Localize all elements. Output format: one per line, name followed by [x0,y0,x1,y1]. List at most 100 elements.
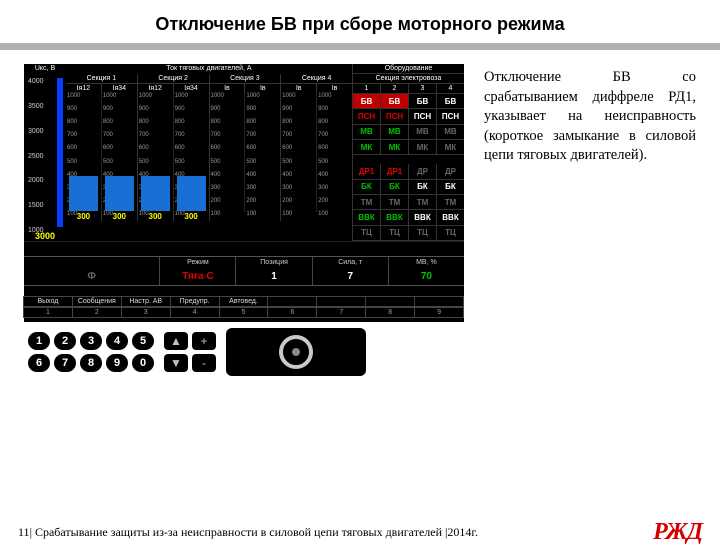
equip-head: 3 [409,84,437,94]
equip-cell: ДР [437,164,464,179]
menu-label[interactable] [365,296,415,307]
status-value: 7 [313,268,389,285]
equip-head: 4 [437,84,464,94]
numeric-keys: 12345 67890 [28,332,154,372]
key-7[interactable]: 7 [54,354,76,372]
menu-num: 3 [121,307,171,318]
section-title: Секция 4 [281,74,352,84]
current-bar [177,176,206,211]
equip-cell: ТМ [409,195,437,210]
current-bar [141,176,170,211]
voltage-tick: 4000 [28,78,44,85]
menu-label[interactable] [267,296,317,307]
equip-cell: ТЦ [409,226,437,241]
section-title: Секция 1 [66,74,137,84]
menu-num: 5 [219,307,269,318]
menu-label[interactable] [316,296,366,307]
equip-cell: БВ [381,94,409,109]
section-head: Iв [317,84,352,93]
equip-cell: МВ [437,125,464,140]
status-value: Ф [24,268,160,285]
menu-label[interactable]: Выход [23,296,73,307]
section-head: Iв [210,84,246,93]
section-head: Iя34 [174,84,209,93]
equip-cell: БВ [437,94,464,109]
down-key[interactable]: ▼ [164,354,188,372]
section-head: Iв [245,84,280,93]
section-head: Iя12 [138,84,174,93]
equipment-subtitle: Секция электровоза [353,74,464,84]
equip-cell: МВ [353,125,381,140]
voltage-tick: 2500 [28,153,44,160]
description-text: Отключение БВ со срабатыванием диффреле … [484,64,696,166]
key-5[interactable]: 5 [132,332,154,350]
equip-cell: ТМ [381,195,409,210]
status-header: Режим [160,257,236,268]
menu-label[interactable]: Настр. АВ [121,296,171,307]
section: Секция 3IвIв1000900800700600500400300200… [209,74,281,221]
equip-head: 1 [353,84,381,94]
equip-cell: МК [437,140,464,155]
status-value: Тяга С [160,268,236,285]
section: Секция 2Iя12Iя34100090080070060050040030… [137,74,209,221]
voltage-gauge-title: Uкс, В [24,64,66,72]
menu-num: 1 [23,307,73,318]
equip-cell: БК [381,180,409,195]
minus-key[interactable]: - [192,354,216,372]
menu-label[interactable]: Сообщения [72,296,122,307]
menu-num: 7 [316,307,366,318]
key-8[interactable]: 8 [80,354,102,372]
rzd-logo: РЖД [653,519,702,546]
menu-label[interactable] [414,296,464,307]
status-value: 1 [236,268,312,285]
key-4[interactable]: 4 [106,332,128,350]
footer-text: 11| Срабатывание защиты из-за неисправно… [18,525,478,540]
section-head: Iв [281,84,317,93]
up-key[interactable]: ▲ [164,332,188,350]
joystick-area [226,328,366,376]
menu-num: 2 [72,307,122,318]
equip-cell: ПСН [353,109,381,124]
menu-label[interactable]: Предупр. [170,296,220,307]
key-0[interactable]: 0 [132,354,154,372]
key-3[interactable]: 3 [80,332,102,350]
menu-num: 6 [267,307,317,318]
equip-cell: МК [409,140,437,155]
page-title: Отключение БВ при сборе моторного режима [0,14,720,35]
current-section-title: Ток тяговых двигателей, А [66,64,352,74]
voltage-bar [57,78,63,227]
equip-cell: БК [353,180,381,195]
equip-cell: ТЦ [437,226,464,241]
equip-head: 2 [381,84,409,94]
equip-cell: ВВК [353,210,381,225]
menu-label[interactable]: Автовед. [219,296,269,307]
equip-cell: ПСН [437,109,464,124]
equip-cell: БВ [353,94,381,109]
equip-cell: ВВК [409,210,437,225]
equip-cell: ПСН [409,109,437,124]
voltage-tick: 3500 [28,103,44,110]
status-header: МВ, % [389,257,464,268]
plus-key[interactable]: + [192,332,216,350]
status-header: Позиция [236,257,312,268]
key-1[interactable]: 1 [28,332,50,350]
menu-row: ВыходСообщенияНастр. АВПредупр.Автовед. … [24,296,464,318]
section-head: Iя34 [102,84,137,93]
section: Секция 1Iя12Iя34100090080070060050040030… [66,74,137,221]
equipment-title: Оборудование [353,64,464,74]
equip-cell: ТЦ [381,226,409,241]
key-6[interactable]: 6 [28,354,50,372]
menu-num: 9 [414,307,464,318]
key-9[interactable]: 9 [106,354,128,372]
keypad-area: 12345 67890 ▲ + ▼ - [24,322,464,382]
section-title: Секция 3 [210,74,281,84]
status-header: Сила, т [313,257,389,268]
equip-cell: ВВК [381,210,409,225]
equip-cell: БВ [409,94,437,109]
voltage-scale: 4000350030002500200015001000 [28,78,54,227]
equip-cell: ТЦ [353,226,381,241]
joystick-icon[interactable] [279,335,313,369]
menu-num: 8 [365,307,415,318]
divider [0,43,720,50]
key-2[interactable]: 2 [54,332,76,350]
